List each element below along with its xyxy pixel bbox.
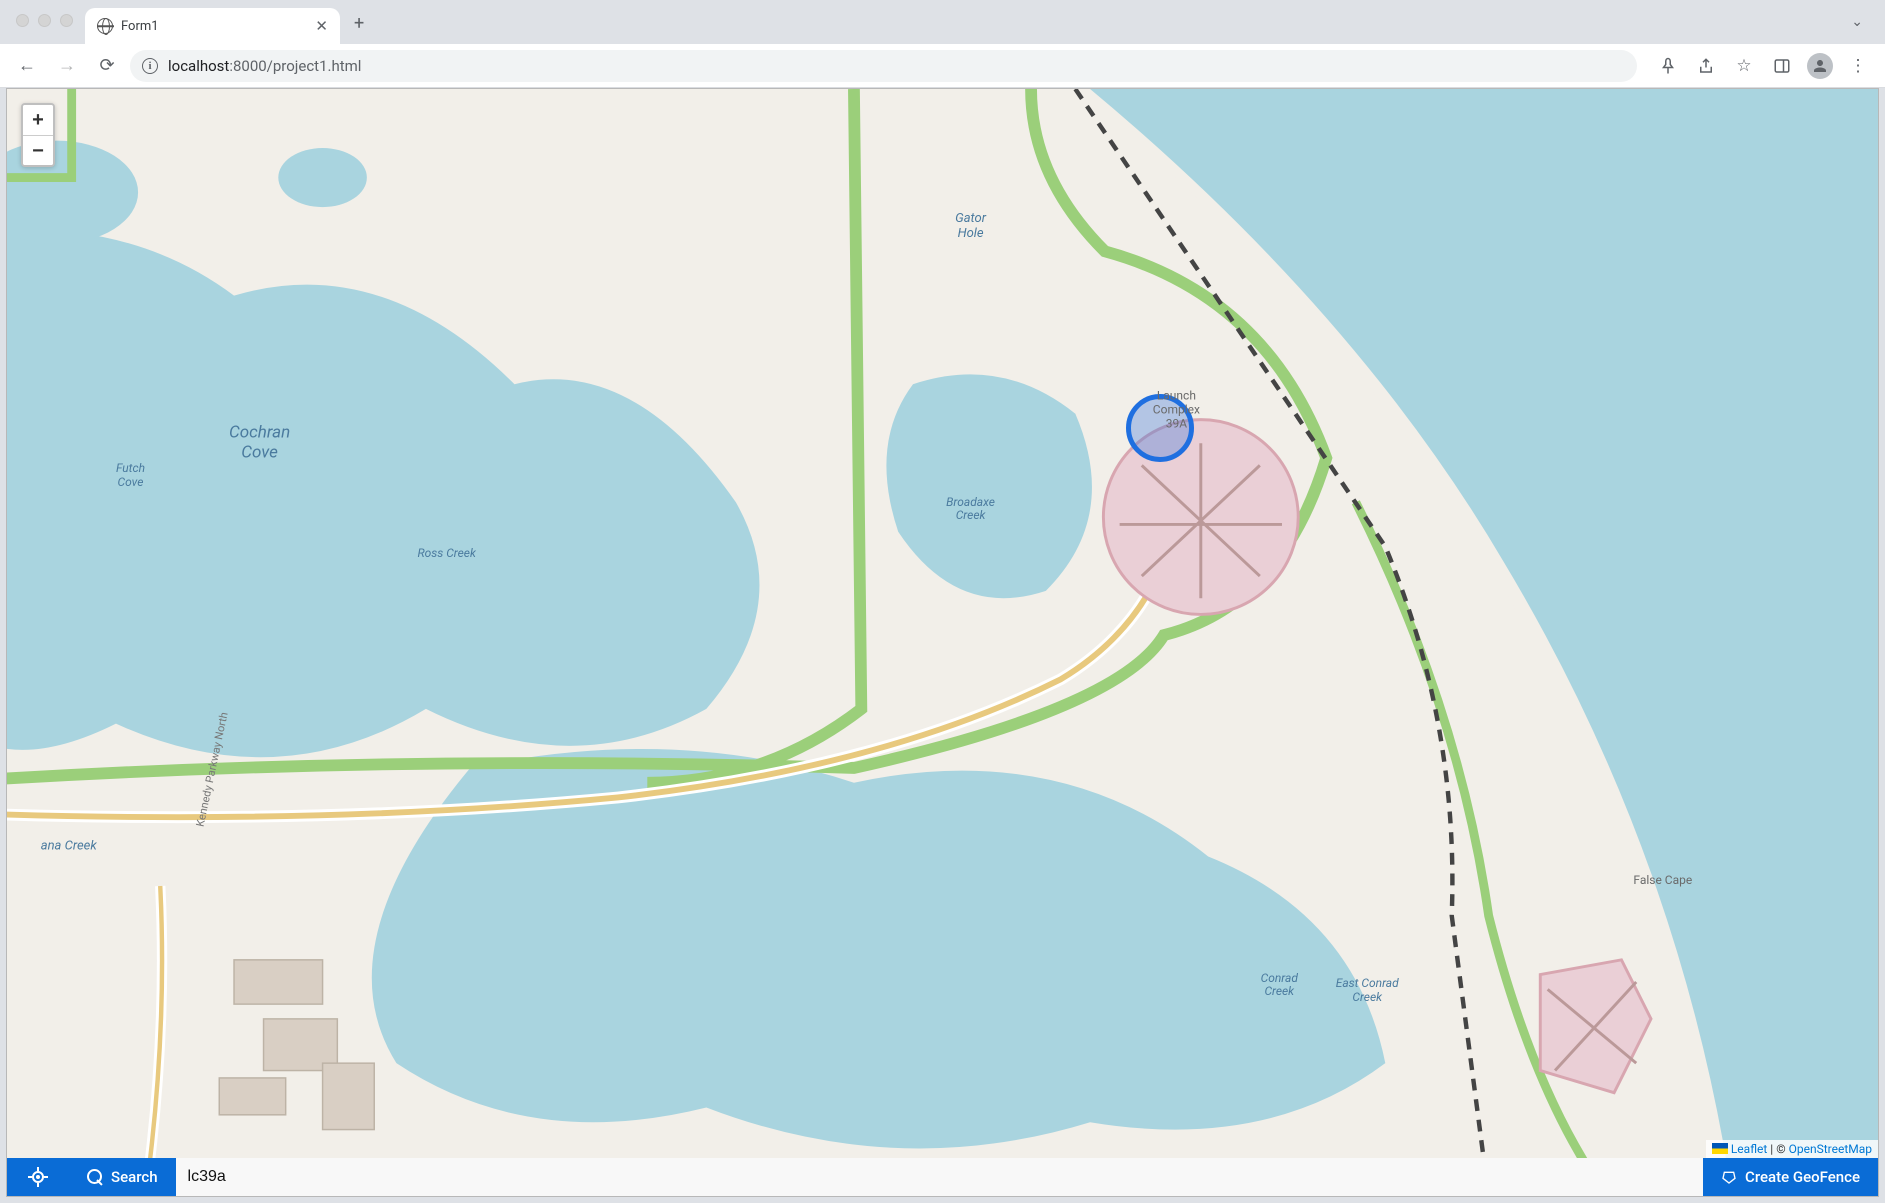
map-label-east-conrad-creek: East ConradCreek [1336, 977, 1399, 1005]
reload-button[interactable]: ⟳ [90, 49, 124, 83]
url-path: :8000/project1.html [229, 57, 361, 75]
share-icon[interactable] [1689, 49, 1723, 83]
chevron-down-icon[interactable]: ⌄ [1851, 14, 1863, 30]
zoom-in-button[interactable]: + [23, 105, 53, 135]
globe-icon [97, 18, 113, 34]
crosshair-icon [29, 1168, 47, 1186]
map-label-banana-creek: ana Creek [41, 840, 97, 855]
close-window-icon[interactable] [16, 14, 29, 27]
browser-action-icons: ☆ ⋮ [1651, 49, 1875, 83]
map-label-conrad-creek: ConradCreek [1261, 972, 1298, 1000]
map-attribution: Leaflet | © OpenStreetMap [1706, 1140, 1878, 1158]
map-label-futch-cove: FutchCove [116, 463, 145, 491]
create-geofence-label: Create GeoFence [1745, 1168, 1860, 1186]
search-icon [87, 1169, 103, 1185]
back-button[interactable]: ← [10, 49, 44, 83]
maximize-window-icon[interactable] [60, 14, 73, 27]
profile-avatar-icon[interactable] [1803, 49, 1837, 83]
browser-tab[interactable]: Form1 ✕ [85, 8, 340, 44]
minimize-window-icon[interactable] [38, 14, 51, 27]
zoom-out-button[interactable]: − [23, 135, 53, 165]
map-canvas[interactable]: GatorHole CochranCove FutchCove Ross Cre… [7, 89, 1878, 1196]
kebab-menu-icon[interactable]: ⋮ [1841, 49, 1875, 83]
locate-button[interactable] [7, 1158, 69, 1196]
side-panel-icon[interactable] [1765, 49, 1799, 83]
window-controls[interactable] [16, 14, 73, 27]
map-label-ross-creek: Ross Creek [417, 547, 475, 561]
leaflet-link[interactable]: Leaflet [1731, 1142, 1767, 1156]
bottom-toolbar: Search Create GeoFence [7, 1158, 1878, 1196]
map-label-false-cape: False Cape [1633, 874, 1692, 888]
tab-title: Form1 [121, 19, 159, 34]
address-bar: ← → ⟳ i localhost:8000/project1.html ☆ ⋮ [0, 44, 1885, 88]
search-button[interactable]: Search [69, 1158, 176, 1196]
geofence-icon [1721, 1169, 1737, 1185]
ukraine-flag-icon [1712, 1143, 1728, 1154]
search-button-label: Search [111, 1168, 158, 1186]
site-info-icon[interactable]: i [142, 58, 158, 74]
zoom-control: + − [21, 103, 55, 167]
extension-pin-icon[interactable] [1651, 49, 1685, 83]
map-label-cochran-cove: CochranCove [229, 424, 290, 463]
create-geofence-button[interactable]: Create GeoFence [1703, 1158, 1878, 1196]
forward-button[interactable]: → [50, 49, 84, 83]
bookmark-star-icon[interactable]: ☆ [1727, 49, 1761, 83]
map-label-gator-hole: GatorHole [955, 212, 986, 242]
map-label-broadaxe-creek: BroadaxeCreek [946, 496, 995, 524]
search-input[interactable] [176, 1158, 1704, 1196]
map-label-launch-complex-39a: LaunchComplex39A [1153, 389, 1200, 430]
new-tab-button[interactable]: + [354, 13, 364, 34]
url-host: localhost [168, 57, 229, 75]
osm-link[interactable]: OpenStreetMap [1789, 1142, 1872, 1156]
map-viewport[interactable]: GatorHole CochranCove FutchCove Ross Cre… [6, 88, 1879, 1197]
url-input[interactable]: i localhost:8000/project1.html [130, 50, 1637, 82]
browser-chrome: Form1 ✕ + ⌄ ← → ⟳ i localhost:8000/proje… [0, 0, 1885, 88]
close-tab-icon[interactable]: ✕ [315, 17, 328, 35]
tab-strip: Form1 ✕ + ⌄ [0, 0, 1885, 44]
